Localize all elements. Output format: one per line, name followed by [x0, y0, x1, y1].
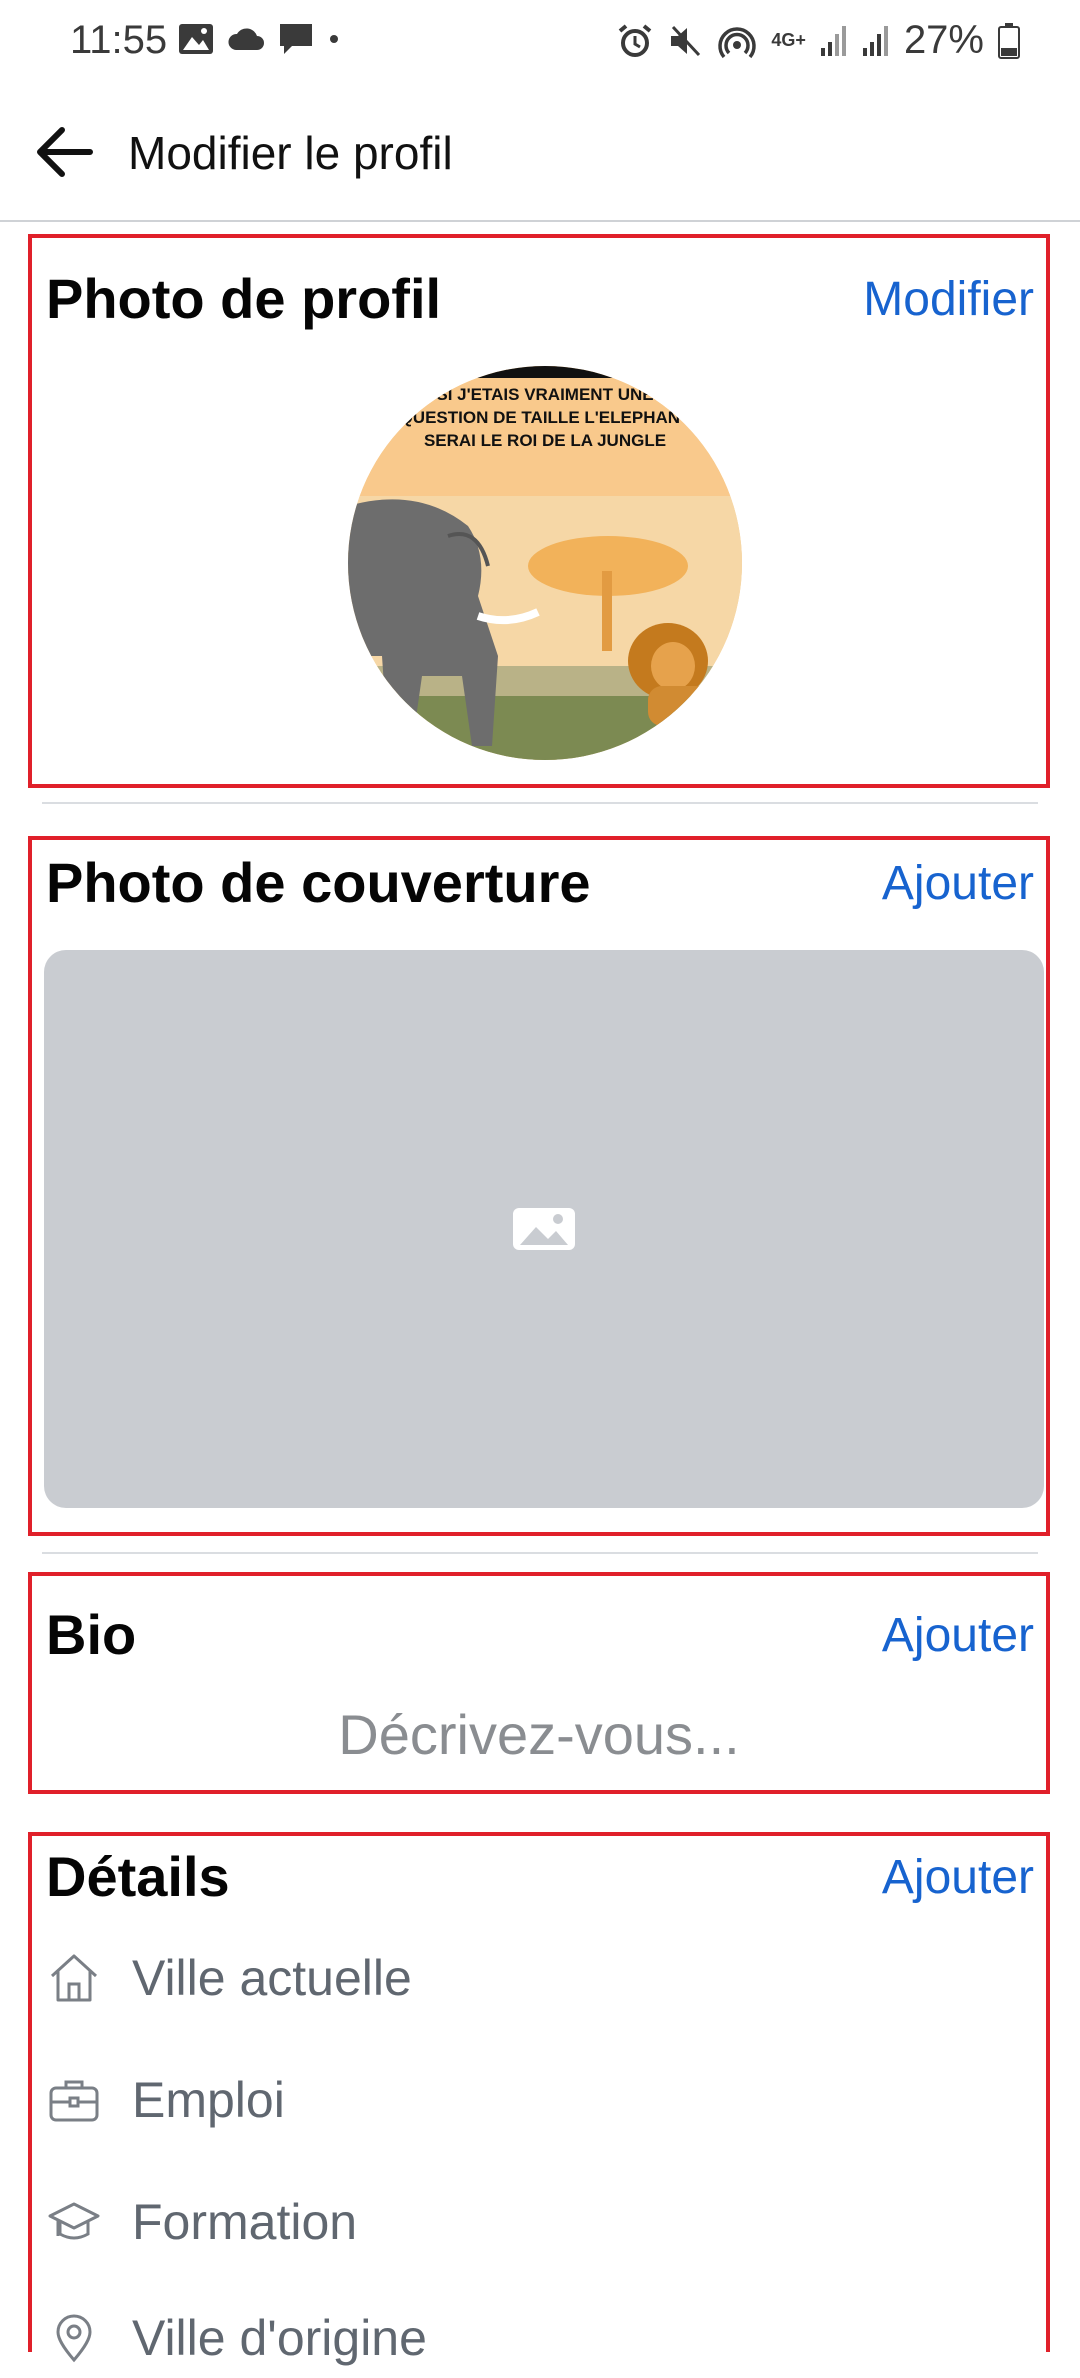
profile-photo-section: Photo de profil Modifier SI J'ETAIS VRAI… — [28, 234, 1050, 788]
section-divider — [42, 1552, 1038, 1554]
alarm-icon — [619, 23, 652, 57]
signal-icon-1 — [820, 25, 846, 56]
battery-percentage: 27% — [903, 18, 984, 62]
back-button[interactable] — [26, 114, 102, 190]
bio-section: Bio Ajouter Décrivez-vous... — [28, 1572, 1050, 1794]
section-title-cover-photo: Photo de couverture — [46, 851, 591, 914]
notification-icons — [178, 22, 342, 56]
add-bio-button[interactable]: Ajouter — [882, 1608, 1034, 1663]
detail-item-work[interactable]: Emploi — [46, 2060, 285, 2140]
detail-item-current-city[interactable]: Ville actuelle — [46, 1938, 412, 2018]
page-title: Modifier le profil — [128, 127, 453, 179]
detail-item-education[interactable]: Formation — [46, 2182, 357, 2262]
detail-label: Ville actuelle — [132, 1950, 412, 2006]
detail-item-hometown[interactable]: Ville d'origine — [46, 2298, 427, 2378]
arrow-left-icon — [37, 127, 93, 177]
detail-label: Formation — [132, 2194, 358, 2250]
battery-icon — [998, 22, 1020, 59]
status-bar: 11:55 4G+ 27% — [0, 0, 1080, 84]
cloud-notification-icon — [228, 28, 264, 50]
hotspot-icon — [718, 26, 757, 58]
briefcase-icon — [46, 2072, 102, 2128]
edit-profile-photo-button[interactable]: Modifier — [863, 272, 1034, 327]
cover-photo-section: Photo de couverture Ajouter — [28, 836, 1050, 1536]
section-title-profile-photo: Photo de profil — [46, 267, 442, 330]
details-section: Détails Ajouter Ville actuelle Emploi Fo… — [28, 1832, 1050, 2366]
image-text-line-1: SI J'ETAIS VRAIMENT UNE — [436, 385, 653, 404]
section-title-bio: Bio — [46, 1603, 137, 1666]
top-app-bar: Modifier le profil — [0, 84, 1080, 222]
image-text-line-2: QUESTION DE TAILLE L'ELEPHANT — [400, 408, 691, 427]
more-notifications-icon — [330, 35, 338, 43]
section-title-details: Détails — [46, 1845, 230, 1908]
bio-placeholder[interactable]: Décrivez-vous... — [32, 1702, 1046, 1767]
profile-picture-illustration: SI J'ETAIS VRAIMENT UNE QUESTION DE TAIL… — [348, 366, 742, 760]
add-cover-photo-button[interactable]: Ajouter — [882, 856, 1034, 911]
detail-label: Emploi — [132, 2072, 285, 2128]
profile-avatar[interactable]: SI J'ETAIS VRAIMENT UNE QUESTION DE TAIL… — [348, 366, 742, 760]
cover-photo-placeholder[interactable] — [44, 950, 1044, 1508]
network-type-label: 4G+ — [771, 30, 806, 50]
message-notification-icon — [280, 24, 312, 54]
location-pin-icon — [46, 2310, 102, 2366]
gallery-notification-icon — [179, 24, 213, 54]
add-details-button[interactable]: Ajouter — [882, 1850, 1034, 1905]
image-text-line-3: SERAI LE ROI DE LA JUNGLE — [424, 431, 666, 450]
signal-icon-2 — [862, 25, 888, 56]
section-divider — [42, 802, 1038, 804]
mute-icon — [671, 25, 701, 56]
status-time: 11:55 — [70, 18, 168, 62]
detail-label: Ville d'origine — [132, 2310, 427, 2366]
graduation-cap-icon — [46, 2194, 102, 2250]
image-icon — [513, 1208, 575, 1250]
home-icon — [46, 1950, 102, 2006]
system-status-icons: 4G+ 27% — [617, 18, 1020, 63]
